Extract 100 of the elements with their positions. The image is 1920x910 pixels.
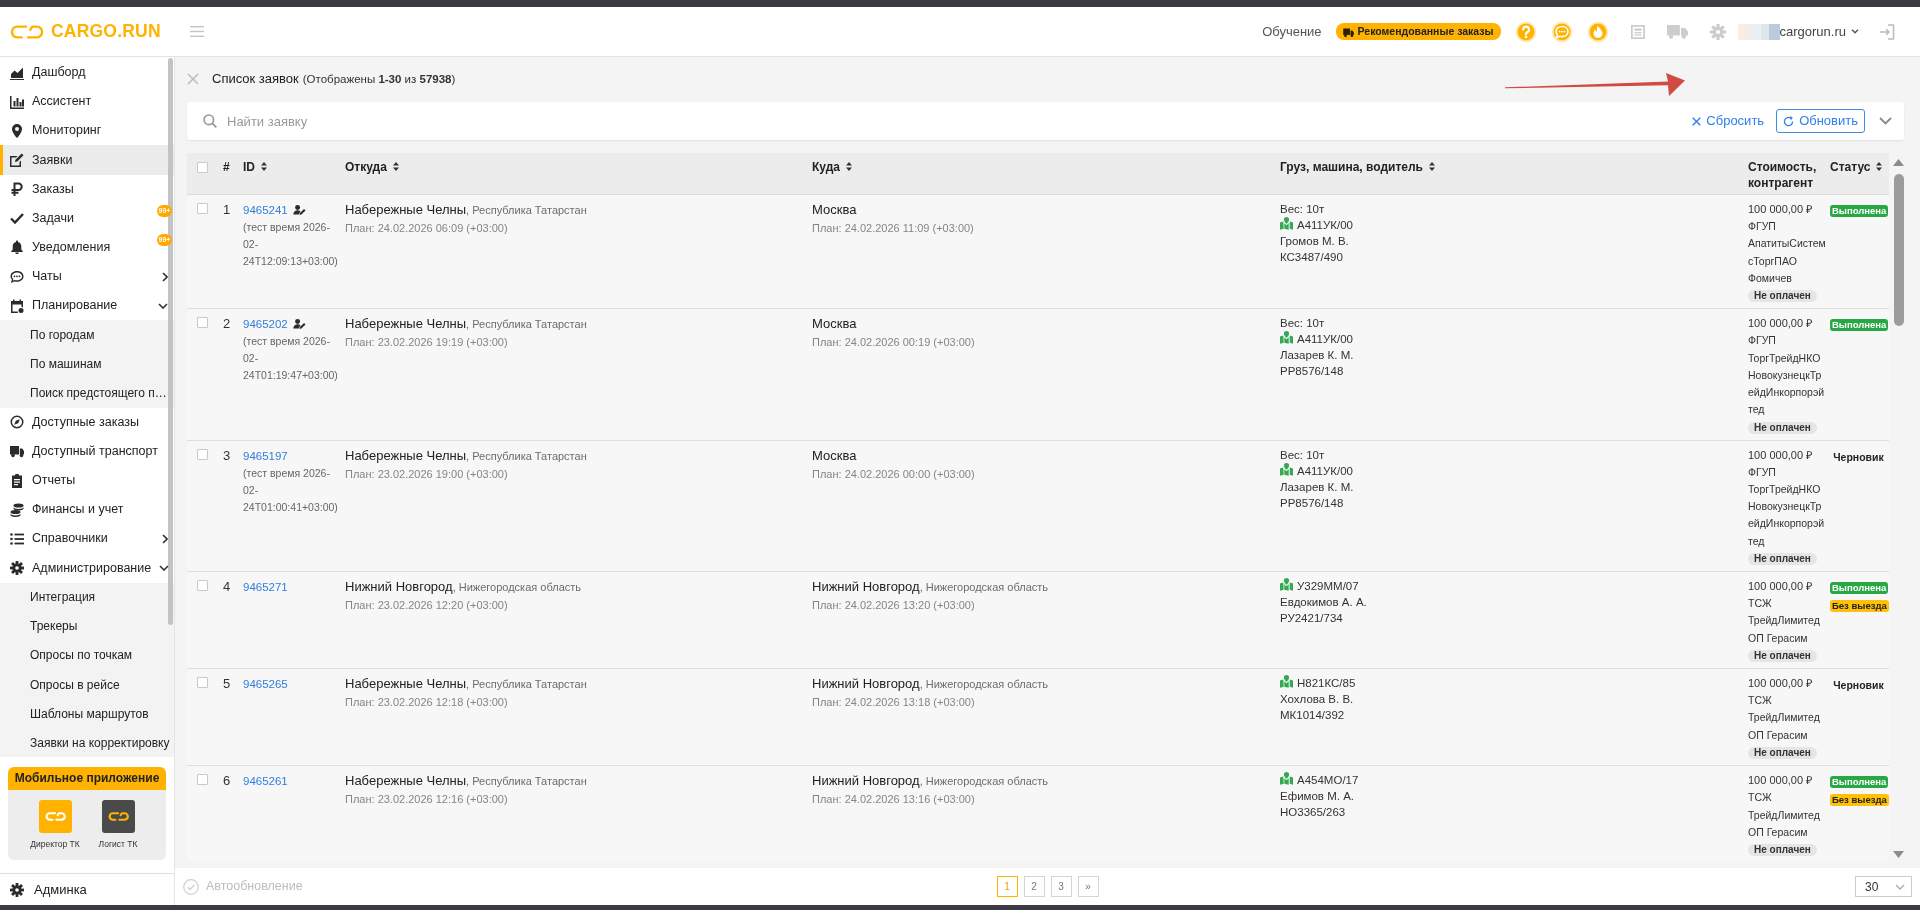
chevron-down-icon[interactable] (159, 564, 170, 571)
reset-link[interactable]: Сбросить (1692, 111, 1765, 131)
sidebar-item[interactable]: Уведомления (0, 232, 156, 262)
order-id-link[interactable]: 9465241 (243, 204, 288, 216)
pagination-button[interactable]: » (1077, 876, 1099, 897)
search-field[interactable]: Найти заявку (187, 102, 1693, 140)
departure-plan-time: План: 23.02.2026 12:20 (+03:00) (345, 598, 509, 614)
row-number: 4 (223, 579, 231, 595)
sort-icon[interactable] (392, 162, 399, 171)
truck-icon (10, 444, 24, 459)
scrollbar-thumb[interactable] (1893, 174, 1904, 326)
order-id-link[interactable]: 9465271 (243, 581, 288, 594)
app-icon[interactable] (101, 800, 135, 833)
sidebar-item[interactable]: Ассистент (0, 87, 174, 117)
sidebar-item[interactable]: Планирование (0, 291, 174, 321)
sidebar-item[interactable]: Мониторинг (0, 116, 174, 146)
map-pin-icon (10, 123, 24, 138)
sidebar-item[interactable]: Отчеты (0, 465, 174, 496)
payment-status-badge: Не оплачен (1748, 649, 1817, 662)
row-checkbox[interactable] (197, 317, 208, 329)
chat-icon[interactable] (1550, 20, 1573, 43)
row-checkbox[interactable] (197, 580, 208, 592)
order-id-link[interactable]: 9465202 (243, 318, 288, 331)
sort-icon[interactable] (261, 162, 267, 171)
pagination-button[interactable]: 2 (1023, 876, 1045, 897)
sidebar-item[interactable]: Задачи (0, 203, 156, 233)
column-header[interactable]: ID (243, 160, 255, 174)
cargo-weight: Вес: 10т (1280, 317, 1325, 330)
row-checkbox[interactable] (197, 203, 208, 214)
payment-status-badge: Не оплачен (1748, 421, 1817, 434)
column-header[interactable]: Статус (1830, 160, 1871, 174)
check-icon (10, 211, 24, 226)
row-checkbox[interactable] (197, 677, 208, 689)
settings-icon[interactable] (1709, 23, 1726, 40)
recommended-orders-button[interactable]: Рекомендованные заказы (1335, 23, 1501, 40)
status-badge: Без выезда (1830, 794, 1889, 807)
bell-icon (10, 240, 24, 255)
account-menu[interactable]: cargorun.ru (1737, 21, 1859, 42)
chevron-down-icon[interactable] (158, 302, 168, 309)
pagination-button[interactable]: 3 (1050, 876, 1072, 897)
driver-name: Лазарев К. М. (1280, 480, 1354, 493)
order-cost: 100 000,00 ₽ (1748, 580, 1813, 593)
sidebar-item[interactable]: Чаты (0, 262, 174, 292)
scroll-up-arrow-icon[interactable] (1893, 159, 1904, 166)
submenu-item[interactable]: Заявки на корректировку (0, 728, 174, 758)
help-icon[interactable] (1514, 20, 1537, 43)
departure-location: Набережные Челны, Республика Татарстан (345, 446, 588, 465)
row-checkbox[interactable] (197, 448, 208, 460)
select-all-checkbox[interactable] (197, 162, 208, 173)
scrollbar-thumb[interactable] (168, 58, 173, 625)
sidebar-item[interactable]: Финансы и учет (0, 495, 174, 525)
chevron-right-icon[interactable] (162, 271, 168, 282)
newspaper-icon[interactable] (1630, 24, 1645, 39)
sidebar-item[interactable]: Заявки (0, 145, 174, 175)
map-icon (1280, 578, 1293, 592)
column-header[interactable]: Груз, машина, водитель (1280, 160, 1423, 174)
submenu-item[interactable]: Трекеры (0, 611, 174, 641)
column-header[interactable]: Откуда (345, 160, 387, 174)
row-checkbox[interactable] (197, 774, 208, 786)
chevron-right-icon[interactable] (162, 533, 168, 544)
sidebar-item[interactable]: Доступный транспорт (0, 436, 174, 466)
page-size-select[interactable]: 30 (1855, 876, 1912, 897)
refresh-button[interactable]: Обновить (1776, 109, 1865, 133)
driver-name: Хохлова В. В. (1280, 693, 1354, 706)
submenu-item[interactable]: Опросы в рейсе (0, 669, 174, 700)
status-badge: Без выезда (1830, 600, 1889, 613)
submenu-item[interactable]: По городам (0, 320, 174, 350)
truck-icon[interactable] (1666, 24, 1688, 39)
order-id-link[interactable]: 9465197 (243, 449, 288, 462)
sort-icon[interactable] (846, 162, 852, 171)
destination-location: Москва (812, 201, 858, 219)
app-label: Логист ТК (98, 838, 138, 851)
submenu-item[interactable]: Интеграция (0, 582, 174, 612)
column-header[interactable]: Куда (812, 160, 840, 174)
logout-icon[interactable] (1879, 23, 1895, 40)
submenu-item[interactable]: По машинам (0, 349, 174, 379)
row-number: 1 (223, 202, 231, 217)
submenu-item[interactable]: Шаблоны маршрутов (0, 699, 174, 729)
sidebar-item[interactable]: Справочники (0, 524, 174, 554)
trailer-number: КС3487/490 (1280, 251, 1343, 263)
scroll-down-arrow-icon[interactable] (1893, 851, 1904, 858)
sidebar-item[interactable]: Доступные заказы (0, 407, 174, 437)
flame-icon[interactable] (1586, 20, 1609, 43)
status-label: Черновик (1833, 450, 1884, 463)
submenu-item[interactable]: Опросы по точкам (0, 640, 174, 670)
sidebar-item[interactable]: Заказы (0, 174, 174, 204)
sidebar-item[interactable]: Администрирование (0, 553, 174, 583)
departure-plan-time: План: 23.02.2026 19:19 (+03:00) (345, 335, 509, 351)
destination-plan-time: План: 24.02.2026 13:18 (+03:00) (812, 695, 976, 711)
close-icon[interactable] (187, 72, 199, 85)
sidebar-item[interactable]: Дашборд (0, 58, 174, 88)
redacted-block (1737, 23, 1780, 40)
sort-icon[interactable] (1876, 162, 1883, 171)
menu-icon[interactable] (190, 26, 204, 37)
order-id-link[interactable]: 9465261 (243, 775, 288, 788)
submenu-item[interactable]: Поиск предстоящего п… (0, 378, 174, 408)
order-id-link[interactable]: 9465265 (243, 678, 288, 691)
sort-icon[interactable] (1428, 162, 1435, 171)
search-input[interactable]: Найти заявку (227, 111, 1693, 131)
training-link[interactable]: Обучение (1262, 21, 1322, 42)
